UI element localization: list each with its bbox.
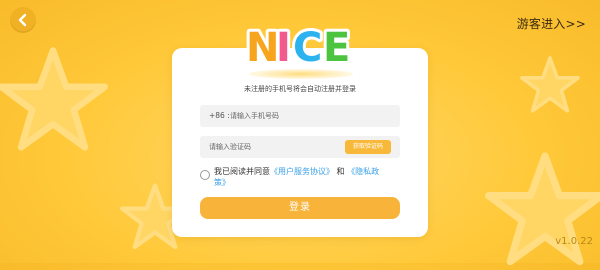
agreement-text: 我已阅读并同意《用户服务协议》 和 《隐私政策》 <box>214 166 384 188</box>
agreement-checkbox[interactable] <box>200 170 210 180</box>
guest-entry-link[interactable]: 游客进入>> <box>517 15 586 32</box>
phone-field: +86 : <box>200 105 400 127</box>
logo-letter-c: C <box>293 25 322 69</box>
verification-code-input[interactable] <box>209 140 329 154</box>
agreement-and: 和 <box>336 167 345 176</box>
agreement-prefix: 我已阅读并同意 <box>214 167 270 176</box>
background-star-right <box>485 152 600 266</box>
login-button[interactable]: 登录 <box>200 197 400 219</box>
background-star-right-small <box>520 56 580 113</box>
logo-letter-e: E <box>323 25 350 69</box>
version-label: v1.0.22 <box>555 236 593 247</box>
logo-letter-i: I <box>276 25 291 69</box>
country-code-prefix[interactable]: +86 : <box>209 111 230 120</box>
login-screen: { "header": { "guest_link": "游客进入>>" }, … <box>0 0 600 266</box>
back-button[interactable] <box>10 7 36 33</box>
card-subtitle: 未注册的手机号将会自动注册并登录 <box>244 85 356 93</box>
agreement-row: 我已阅读并同意《用户服务协议》 和 《隐私政策》 <box>200 164 400 192</box>
chevron-left-icon <box>18 13 27 27</box>
nice-logo: N I C E <box>243 22 353 69</box>
logo-shadow <box>249 69 353 79</box>
logo-letter-n: N <box>246 25 279 69</box>
get-code-button[interactable]: 获取验证码 <box>345 140 391 154</box>
verification-code-field: 获取验证码 <box>200 136 400 158</box>
background-star-left <box>0 47 108 151</box>
user-agreement-link[interactable]: 《用户服务协议》 <box>270 167 334 176</box>
phone-input[interactable] <box>230 109 390 123</box>
